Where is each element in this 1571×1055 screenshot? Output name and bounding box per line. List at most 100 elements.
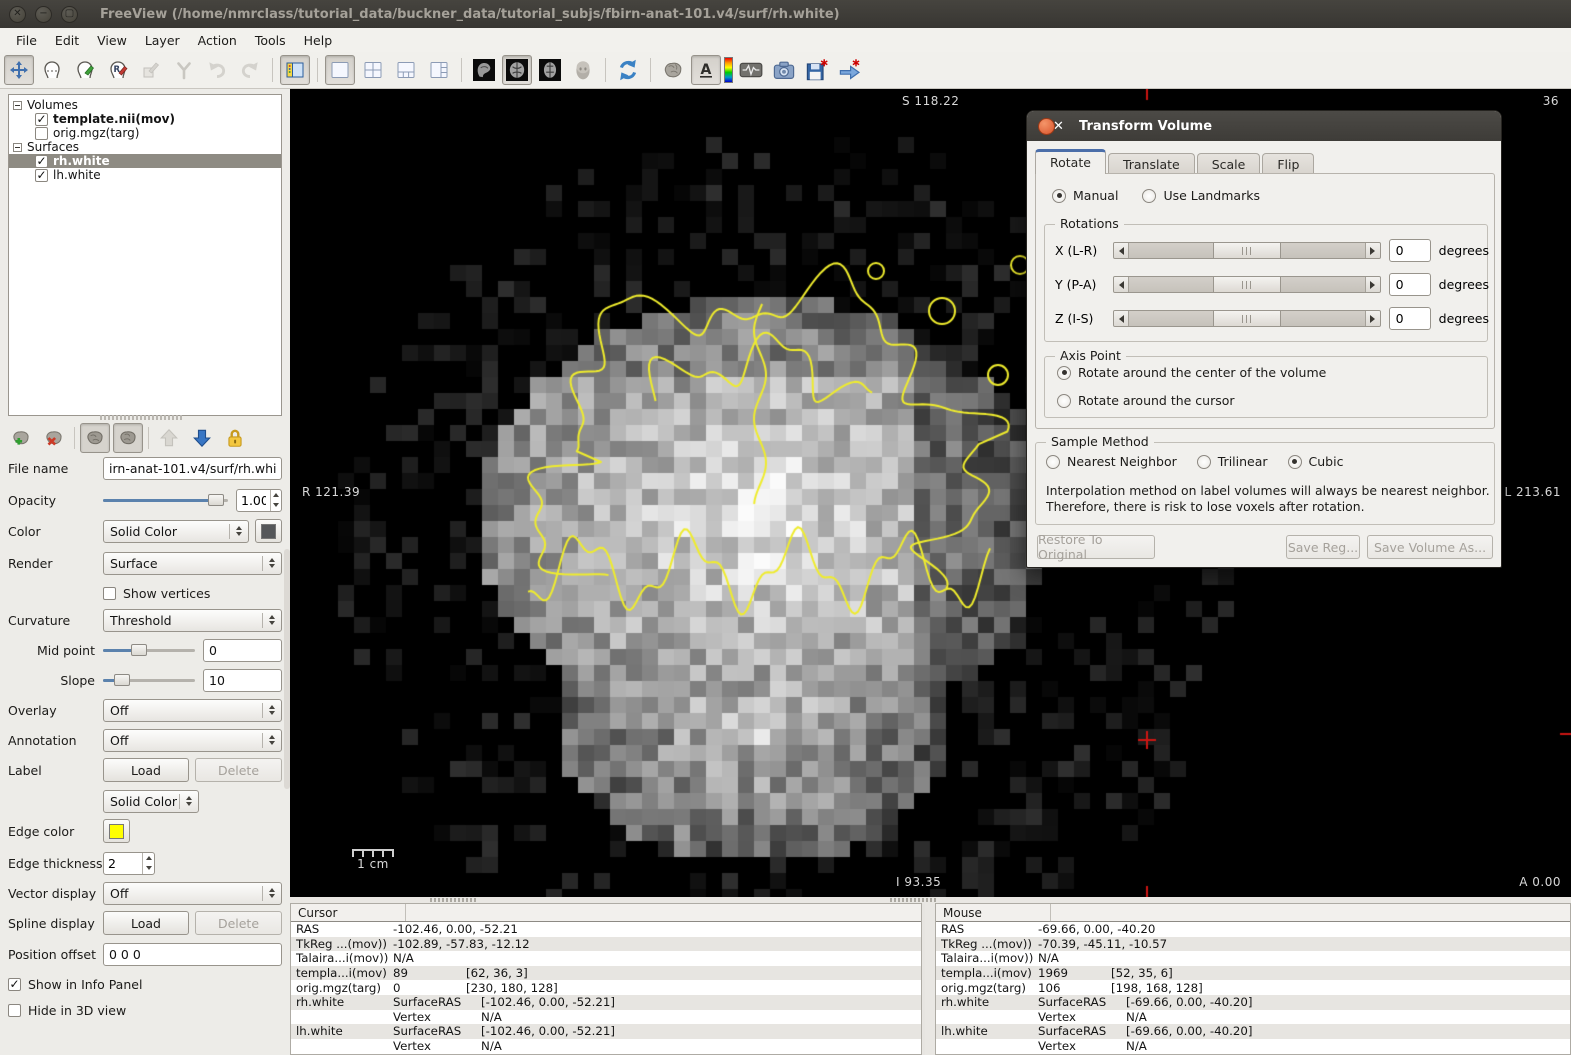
path-edit-button[interactable] [169,55,199,85]
toggle-panel-button[interactable] [280,55,310,85]
rotation-x-value[interactable]: 0 [1389,239,1431,262]
color-scale-icon[interactable] [724,57,733,83]
radio-selected-icon[interactable] [1288,455,1302,469]
slider-right-arrow-icon[interactable] [1365,311,1380,326]
tree-group-surfaces[interactable]: Surfaces [9,140,281,154]
load-surface-button[interactable] [6,423,36,453]
spline-delete-button[interactable]: Delete [195,911,282,935]
recon-edit-button[interactable]: R [103,55,133,85]
show-vertices-checkbox[interactable]: Show vertices [103,586,210,601]
trilinear-radio[interactable]: Trilinear [1197,454,1268,469]
undo-button[interactable] [202,55,232,85]
show-labels-button[interactable]: A [691,55,721,85]
rotation-z-value[interactable]: 0 [1389,307,1431,330]
refresh-button[interactable] [613,55,643,85]
rotation-z-slider[interactable] [1113,310,1381,327]
goto-point-button[interactable] [835,55,865,85]
layout-2x2-button[interactable] [358,55,388,85]
restore-original-button[interactable]: Restore To Original [1037,535,1155,559]
file-name-input[interactable] [103,457,282,480]
radio-icon[interactable] [1142,189,1156,203]
mouse-info-panel[interactable]: Mouse RAS-69.66, 0.00, -40.20 TkReg ...(… [935,903,1571,1055]
unload-surface-button[interactable] [39,423,69,453]
label-color-mode-combo[interactable]: Solid Color [103,790,199,813]
radio-icon[interactable] [1046,455,1060,469]
tab-translate[interactable]: Translate [1108,153,1195,174]
opacity-spinbox[interactable] [236,489,282,512]
slider-right-arrow-icon[interactable] [1365,243,1380,258]
show-2d-surface-button[interactable] [80,423,110,453]
collapse-icon[interactable] [13,143,22,152]
checkbox-checked-icon[interactable]: ✓ [8,978,21,991]
navigate-button[interactable] [4,55,34,85]
tab-rotate[interactable]: Rotate [1035,149,1106,174]
window-close-button[interactable]: ✕ [9,6,26,23]
splitter-grip[interactable] [430,898,476,902]
redo-button[interactable] [235,55,265,85]
time-course-button[interactable] [736,55,766,85]
layout-1x1-button[interactable] [325,55,355,85]
position-offset-input[interactable] [103,943,282,966]
spline-load-button[interactable]: Load [103,911,189,935]
tree-item-template[interactable]: ✓ template.nii(mov) [9,112,281,126]
surface-color-swatch[interactable] [255,519,282,543]
voxel-edit-button[interactable] [70,55,100,85]
overlay-combo[interactable]: Off [103,699,282,722]
slider-thumb[interactable] [1213,277,1281,292]
vertical-splitter[interactable] [925,903,935,1055]
checkbox-checked-icon[interactable]: ✓ [35,113,48,126]
menu-edit[interactable]: Edit [47,30,87,51]
edge-color-swatch[interactable] [103,819,130,843]
layout-1x3-h-button[interactable] [424,55,454,85]
cursor-info-panel[interactable]: Cursor RAS-102.46, 0.00, -52.21 TkReg ..… [290,903,922,1055]
show-brain-button[interactable] [658,55,688,85]
window-minimize-button[interactable]: − [35,6,52,23]
tab-flip[interactable]: Flip [1262,153,1314,174]
dialog-close-button[interactable]: ✕ [1038,118,1055,135]
checkbox-checked-icon[interactable]: ✓ [35,169,48,182]
edge-thickness-value[interactable] [104,853,142,874]
menu-layer[interactable]: Layer [137,30,188,51]
slider-right-arrow-icon[interactable] [1365,277,1380,292]
tree-item-lh-white[interactable]: ✓ lh.white [9,168,281,182]
rotate-center-radio[interactable]: Rotate around the center of the volume [1057,365,1326,380]
view-sagittal-button[interactable] [469,55,499,85]
edge-thickness-spinbox[interactable] [103,852,155,875]
mid-point-input[interactable] [203,639,282,662]
tree-group-volumes[interactable]: Volumes [9,98,281,112]
camera-button[interactable] [769,55,799,85]
splitter-grip[interactable] [100,415,184,420]
show-3d-surface-button[interactable] [113,423,143,453]
tab-scale[interactable]: Scale [1197,153,1261,174]
slider-thumb[interactable] [1213,311,1281,326]
render-combo[interactable]: Surface [103,552,282,575]
save-reg-button[interactable]: Save Reg... [1286,535,1360,559]
rotation-x-slider[interactable] [1113,242,1381,259]
slope-input[interactable] [203,669,282,692]
rotate-cursor-radio[interactable]: Rotate around the cursor [1057,393,1235,408]
lock-layer-button[interactable] [220,423,250,453]
menu-tools[interactable]: Tools [247,30,294,51]
layout-1x3-button[interactable] [391,55,421,85]
label-load-button[interactable]: Load [103,758,189,782]
slider-left-arrow-icon[interactable] [1114,311,1129,326]
pointset-edit-button[interactable] [136,55,166,85]
slider-left-arrow-icon[interactable] [1114,277,1129,292]
radio-icon[interactable] [1197,455,1211,469]
hide-in-3d-checkbox[interactable]: Hide in 3D view [8,1003,126,1018]
slider-left-arrow-icon[interactable] [1114,243,1129,258]
use-landmarks-radio[interactable]: Use Landmarks [1142,188,1260,203]
checkbox-checked-icon[interactable]: ✓ [35,155,48,168]
view-coronal-button[interactable] [502,55,532,85]
checkbox-unchecked-icon[interactable] [35,127,48,140]
vector-display-combo[interactable]: Off [103,882,282,905]
curvature-combo[interactable]: Threshold [103,609,282,632]
collapse-icon[interactable] [13,101,22,110]
menu-file[interactable]: File [8,30,45,51]
spinner-arrows-icon[interactable] [270,490,281,511]
opacity-value[interactable] [237,490,270,511]
nearest-neighbor-radio[interactable]: Nearest Neighbor [1046,454,1177,469]
mid-point-slider[interactable] [103,641,195,659]
move-layer-up-button[interactable] [154,423,184,453]
tree-item-orig[interactable]: orig.mgz(targ) [9,126,281,140]
